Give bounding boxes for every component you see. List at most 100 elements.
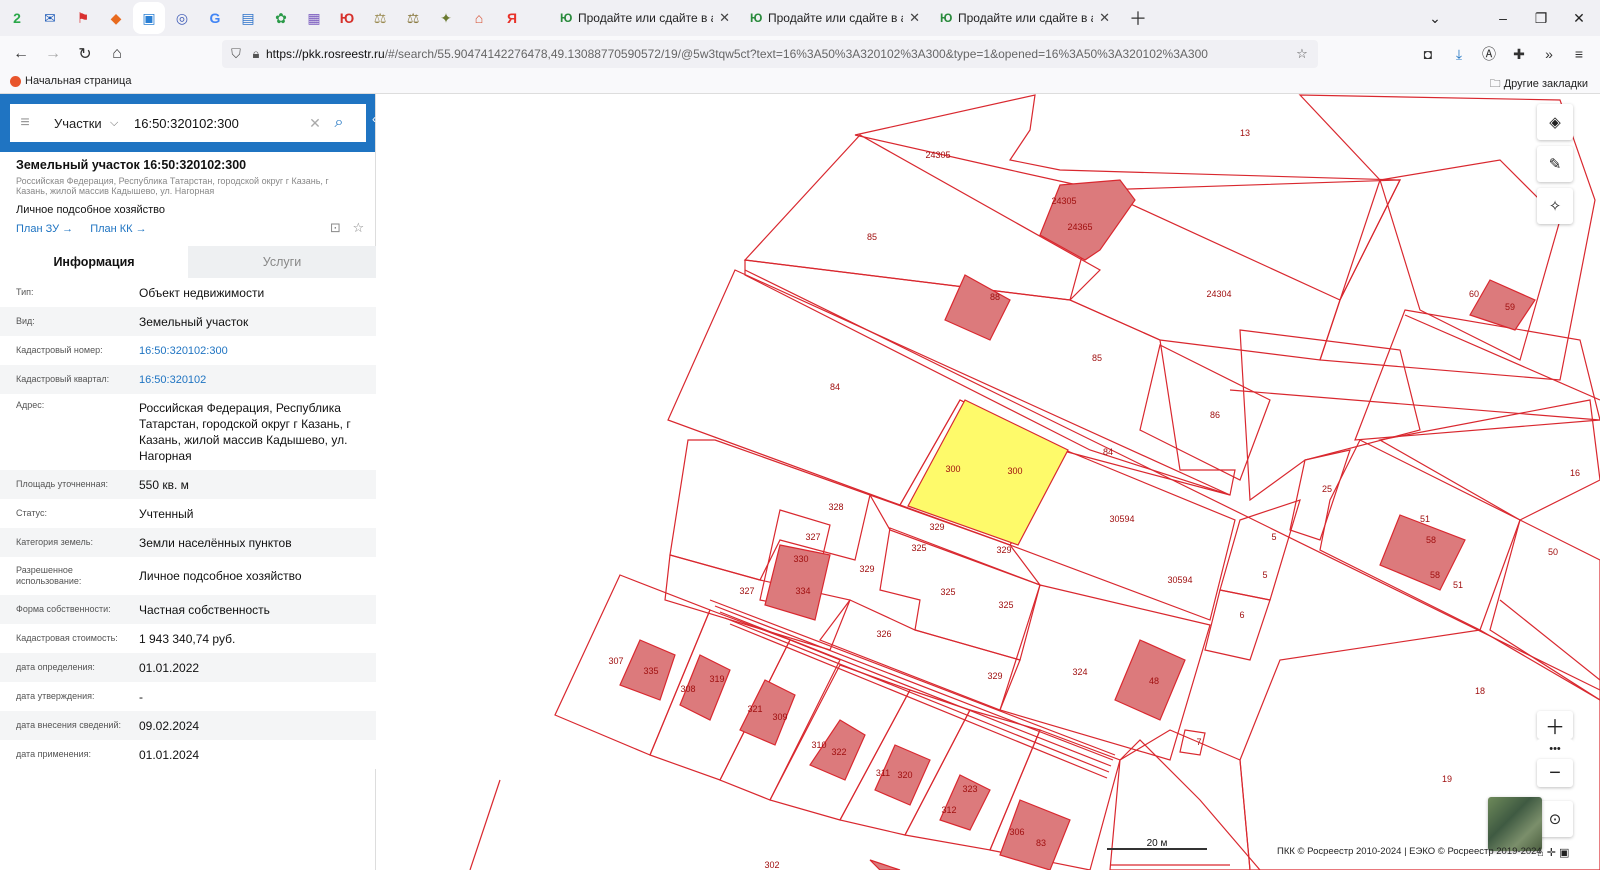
parcel-outline[interactable] [1219, 499, 1301, 601]
parcel-boundary [469, 779, 501, 870]
google-icon[interactable]: G [203, 6, 227, 30]
map-icon[interactable]: ▣ [137, 6, 161, 30]
grid-icon[interactable]: ▦ [302, 6, 326, 30]
browser-tab[interactable]: Ю Продайте или сдайте в аренду ✕ [552, 3, 738, 33]
window-close-icon[interactable]: ✕ [1560, 0, 1598, 36]
extensions-icon[interactable]: ✚ [1504, 36, 1534, 72]
zoom-out-icon[interactable]: − [1537, 759, 1573, 787]
building-footprint[interactable] [1039, 179, 1136, 261]
emblem-icon[interactable]: ✦ [434, 6, 458, 30]
parcel-outline[interactable] [1354, 309, 1600, 441]
house-icon[interactable]: ⌂ [467, 6, 491, 30]
map-canvas[interactable]: 13 24305 24305 24365 85 24304 60 59 88 85 84 300 300… [377, 94, 1600, 870]
new-tab-icon[interactable]: ＋ [1124, 5, 1152, 31]
plan-zu-link[interactable]: План ЗУ → [16, 223, 73, 235]
parcel-number-label: 330 [793, 554, 808, 564]
flag-icon[interactable]: ⚑ [71, 6, 95, 30]
parcel-number-label: 84 [1103, 447, 1113, 457]
scales-icon[interactable]: ⚖ [368, 6, 392, 30]
tab-close-icon[interactable]: ✕ [719, 10, 730, 26]
browser-tab[interactable]: Ю Продайте или сдайте в аренду ✕ [932, 3, 1118, 33]
menu-icon[interactable]: ≡ [1564, 36, 1594, 72]
chevron-down-icon[interactable]: ⌵ [110, 117, 128, 130]
url-text[interactable]: https://pkk.rosreestr.ru/#/search/55.904… [266, 47, 1292, 61]
favorite-star-icon[interactable]: ☆ [353, 220, 365, 235]
minimize-icon[interactable]: – [1484, 0, 1522, 36]
cadastral-map[interactable]: 13 24305 24305 24365 85 24304 60 59 88 85 84 300 300… [377, 94, 1600, 870]
parcel-outline[interactable] [1289, 449, 1351, 541]
compass-icon[interactable]: ⊙ [1537, 801, 1573, 837]
ruler-icon[interactable]: ✎ [1537, 146, 1573, 182]
search-icon[interactable]: ⌕ [326, 114, 352, 132]
address-bar[interactable]: ⛉ 🔒︎ https://pkk.rosreestr.ru/#/search/5… [222, 40, 1318, 68]
browser-tab[interactable]: Ю Продайте или сдайте в аренду ✕ [742, 3, 928, 33]
badge-icon[interactable]: ◆ [104, 6, 128, 30]
home-icon[interactable]: ⌂ [1537, 847, 1544, 859]
info-row-label: Площадь уточненная: [16, 479, 108, 489]
tab-services[interactable]: Услуги [188, 246, 376, 278]
tab-close-icon[interactable]: ✕ [909, 10, 920, 26]
bookmark-other[interactable]: 🗀︎ Другие закладки [1490, 75, 1588, 94]
info-row: дата применения: 01.01.2024 [0, 740, 376, 769]
parcel-number-label: 84 [830, 382, 840, 392]
info-row-link[interactable]: 16:50:320102:300 [139, 343, 368, 359]
target-icon[interactable]: ◎ [170, 6, 194, 30]
zoom-in-icon[interactable]: ＋ [1537, 711, 1573, 739]
shield-icon[interactable]: ⛉ [226, 46, 246, 62]
lock-icon[interactable]: 🔒︎ [246, 46, 266, 62]
tab-information[interactable]: Информация [0, 246, 188, 278]
layers-icon[interactable]: ◈ [1537, 104, 1573, 140]
building-footprint[interactable] [869, 859, 901, 870]
yandex-icon[interactable]: Я [500, 6, 524, 30]
hamburger-icon[interactable]: ≡ [10, 114, 40, 132]
fullscreen-icon[interactable]: ▣ [1559, 847, 1569, 859]
clear-icon[interactable]: ✕ [304, 115, 326, 132]
parcel-outline[interactable] [1239, 329, 1421, 502]
search-input[interactable] [134, 115, 304, 131]
download-icon[interactable]: ⤓ [1444, 36, 1474, 72]
green-circle-icon[interactable]: 2 [5, 6, 29, 30]
info-row-value: 1 943 340,74 руб. [139, 631, 236, 646]
bookmark-home[interactable]: Начальная страница [10, 75, 131, 87]
reload-icon[interactable]: ↻ [70, 44, 100, 64]
account-icon[interactable]: Ⓐ [1474, 36, 1504, 72]
building-footprint[interactable] [1379, 514, 1466, 591]
parcel-number-label: 327 [805, 532, 820, 542]
map-scale: 20 м [1107, 838, 1207, 850]
parcel-outline[interactable] [1489, 519, 1600, 701]
tab-list-icon[interactable]: ⌄ [1416, 0, 1454, 36]
tab-close-icon[interactable]: ✕ [1099, 10, 1110, 26]
leaf-icon[interactable]: ✿ [269, 6, 293, 30]
gosuslugi-icon[interactable]: ▤ [236, 6, 260, 30]
parcel-number-label: 48 [1149, 676, 1159, 686]
parcel-number-label: 308 [680, 684, 695, 694]
pocket-icon[interactable]: ◘ [1413, 36, 1443, 72]
parcel-outline[interactable] [1378, 399, 1600, 521]
parcel-number-label: 6 [1239, 610, 1244, 620]
info-row-label: Статус: [16, 508, 47, 518]
zoom-to-object-icon[interactable]: ⊡ [330, 220, 341, 235]
building-footprint[interactable] [944, 274, 1011, 341]
plan-kk-link[interactable]: План КК → [90, 223, 146, 235]
info-row-link[interactable]: 16:50:320102 [139, 372, 368, 388]
back-icon[interactable]: ← [6, 45, 36, 63]
search-type-select[interactable]: Участки [54, 116, 110, 131]
locate-icon[interactable]: ✧ [1537, 188, 1573, 224]
overflow-icon[interactable]: » [1534, 36, 1564, 72]
logo-icon[interactable]: Ю [335, 6, 359, 30]
info-row-value: Личное подсобное хозяйство [139, 569, 302, 583]
info-row-label: дата применения: [16, 749, 92, 759]
crosshair-icon[interactable]: ✛ [1547, 847, 1556, 859]
home-icon[interactable]: ⌂ [102, 45, 132, 63]
mail-icon[interactable]: ✉ [38, 6, 62, 30]
parcel-number-label: 50 [1548, 547, 1558, 557]
star-icon[interactable]: ☆ [1292, 46, 1312, 62]
parcel-outline[interactable] [1139, 344, 1271, 481]
restore-icon[interactable]: ❐ [1522, 0, 1560, 36]
scales-icon[interactable]: ⚖ [401, 6, 425, 30]
parcel-outline[interactable] [1379, 159, 1561, 361]
basemap-switch[interactable] [1488, 797, 1542, 851]
parcel-number-label: 16 [1570, 468, 1580, 478]
forward-icon[interactable]: → [38, 45, 68, 63]
more-icon[interactable]: ••• [1537, 739, 1573, 759]
